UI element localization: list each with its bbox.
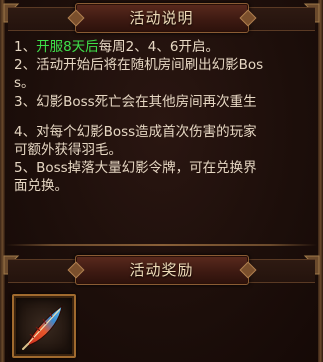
- feather-icon: [22, 304, 63, 350]
- description-body: 1、开服8天后每周2、4、6开启。 2、活动开始后将在随机房间刷出幻影Bos s…: [6, 34, 317, 234]
- reward-area: [6, 285, 317, 362]
- activity-panel: 活动说明 1、开服8天后每周2、4、6开启。 2、活动开始后将在随机房间刷出幻影…: [0, 0, 323, 362]
- reward-item-slot[interactable]: [12, 294, 76, 358]
- rule-item-2-line-1: 2、活动开始后将在随机房间刷出幻影Bos: [14, 57, 264, 73]
- rule-item-4-line-2: 可额外获得羽毛。: [14, 142, 122, 158]
- rule-item-1: 1、开服8天后每周2、4、6开启。: [14, 38, 309, 56]
- reward-header: 活动奖励: [0, 252, 323, 286]
- rule-1-prefix: 1、: [14, 39, 37, 55]
- rule-item-4-line-1: 4、对每个幻影Boss造成首次伤害的玩家: [14, 124, 257, 140]
- description-title: 活动说明: [129, 9, 194, 27]
- rule-1-highlight: 开服8天后: [36, 39, 99, 55]
- reward-title: 活动奖励: [129, 261, 194, 279]
- rule-item-5-line-1: 5、Boss掉落大量幻影令牌，可在兑换界: [14, 160, 257, 176]
- header-tab: 活动奖励: [74, 255, 249, 285]
- rule-item-2-line-2: s。: [14, 75, 35, 91]
- rule-1-rest: 每周2、4、6开启。: [98, 39, 219, 55]
- frame-rail-left: [0, 0, 5, 362]
- description-header: 活动说明: [0, 0, 323, 34]
- frame-rail-right: [318, 0, 323, 362]
- rule-item-5-line-2: 面兑换。: [14, 178, 68, 194]
- rule-item-3-line-1: 3、幻影Boss死亡会在其他房间再次重生: [14, 94, 257, 110]
- section-divider: [6, 244, 317, 246]
- header-tab: 活动说明: [74, 3, 249, 33]
